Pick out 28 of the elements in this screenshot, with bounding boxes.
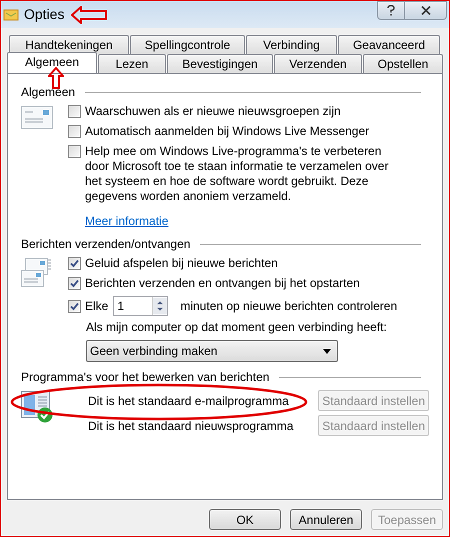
checkbox-label: Berichten verzenden en ontvangen bij het opstarten [85, 276, 361, 291]
tab[interactable]: Spellingcontrole [130, 35, 245, 54]
tab[interactable]: Algemeen [7, 52, 97, 73]
tab[interactable]: Handtekeningen [9, 35, 129, 54]
window-title: Opties [24, 5, 64, 24]
tab[interactable]: Geavanceerd [338, 35, 440, 54]
more-info-link[interactable]: Meer informatie [85, 214, 168, 228]
interval-suffix: minuten op nieuwe berichten controleren [180, 298, 398, 315]
section-heading: Programma's voor het bewerken van berichten [21, 369, 270, 386]
checkbox-label: Geluid afspelen bij nieuwe berichten [85, 256, 279, 271]
section-heading: Algemeen [21, 84, 76, 101]
tab[interactable]: Bevestigingen [167, 54, 273, 73]
tab[interactable]: Lezen [98, 54, 166, 73]
dialog-button[interactable]: Annuleren [290, 509, 362, 530]
tab[interactable]: Verzenden [274, 54, 362, 73]
offline-dropdown[interactable]: Geen verbinding maken [86, 340, 338, 362]
interval-spinner[interactable]: 1 [113, 296, 168, 316]
default-program-text: Dit is het standaard e-mailprogramma [87, 392, 289, 410]
dialog-button[interactable]: OK [209, 509, 281, 530]
checkbox-label: Automatisch aanmelden bij Windows Live Messenger [85, 124, 370, 139]
section-heading: Berichten verzenden/ontvangen [21, 236, 190, 253]
default-program-text: Dit is het standaard nieuwsprogramma [87, 418, 294, 434]
tab[interactable]: Verbinding [246, 35, 337, 54]
tab[interactable]: Opstellen [363, 54, 443, 73]
checkbox-label: Waarschuwen als er nieuwe nieuwsgroepen zijn [85, 104, 342, 119]
checkbox-label: Elke [85, 298, 108, 315]
offline-note: Als mijn computer op dat moment geen verbinding heeft: [85, 319, 388, 336]
checkbox-label: Help mee om Windows Live-programma's te verbeteren door Microsoft toe te staan informatie te verzamelen over het systeem en hoe de software wordt gebruikt. Deze gegevens worden anoniem verzameld. [85, 144, 390, 204]
